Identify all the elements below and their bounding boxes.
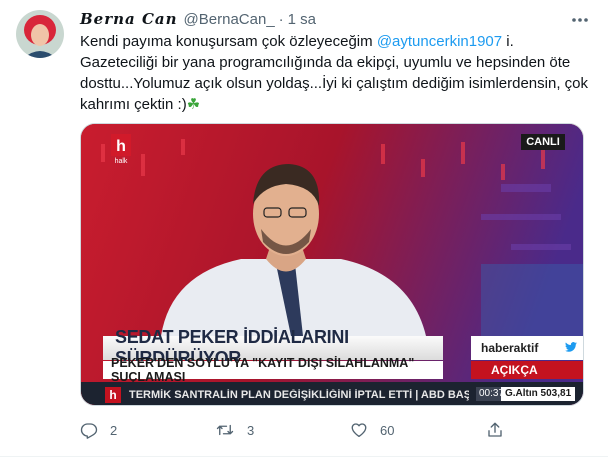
separator-dot: ·	[278, 10, 284, 28]
retweet-icon	[216, 424, 234, 436]
like-button[interactable]: 60	[350, 421, 394, 439]
channel-logo-letter: h	[116, 138, 126, 155]
tweet-actions: 2 3 60	[80, 420, 520, 440]
author-handle[interactable]: @BernaCan_	[184, 11, 275, 28]
retweet-button[interactable]: 3	[215, 421, 254, 439]
side-label: haberaktif	[471, 336, 583, 360]
ticker-logo: h	[105, 386, 121, 403]
tweet-header: Berna Can @BernaCan_ · 1 sa	[80, 10, 316, 28]
news-lower-third: SEDAT PEKER İDDİALARINI SÜRDÜRÜYOR PEKER…	[81, 327, 583, 405]
reply-count: 2	[110, 422, 118, 438]
mention-link[interactable]: @aytuncerkin1907	[377, 33, 502, 50]
tweet-timestamp[interactable]: 1 sa	[288, 11, 316, 28]
tweet-card[interactable]: Berna Can @BernaCan_ · 1 sa Kendi payıma…	[0, 0, 608, 457]
ticker-text: TERMİK SANTRALİN PLAN DEĞİŞİKLİĞİNİ İPTA…	[129, 388, 469, 401]
ticker-gold-price: G.Altın 503,81	[501, 387, 576, 401]
tweet-text-part1: Kendi payıma konuşursam çok özleyeceğim	[80, 33, 377, 50]
share-button[interactable]	[486, 421, 504, 439]
channel-logo: h halk	[111, 134, 131, 165]
news-subline: PEKER'DEN SOYLU'YA "KAYIT DIŞI SİLAHLANM…	[103, 356, 443, 384]
like-count: 60	[380, 422, 395, 438]
author-display-name[interactable]: Berna Can	[80, 10, 178, 28]
program-name: AÇIKÇA	[471, 361, 583, 379]
retweet-count: 3	[247, 422, 255, 438]
channel-logo-sub: halk	[115, 158, 128, 164]
side-label-text: haberaktif	[481, 341, 539, 355]
news-ticker: h TERMİK SANTRALİN PLAN DEĞİŞİKLİĞİNİ İP…	[81, 382, 583, 405]
reply-button[interactable]: 2	[80, 421, 117, 439]
shamrock-icon: ☘	[186, 96, 201, 113]
more-options-icon[interactable]	[570, 10, 590, 30]
reply-icon	[80, 423, 98, 439]
twitter-bird-icon	[565, 342, 577, 352]
live-badge: CANLI	[521, 134, 565, 150]
tweet-text: Kendi payıma konuşursam çok özleyeceğim …	[80, 31, 592, 115]
avatar[interactable]	[16, 10, 64, 58]
share-icon	[488, 422, 502, 437]
media-image[interactable]: h halk CANLI SEDAT PEKER İDDİALARINI SÜR…	[80, 123, 584, 406]
heart-icon	[351, 423, 367, 438]
